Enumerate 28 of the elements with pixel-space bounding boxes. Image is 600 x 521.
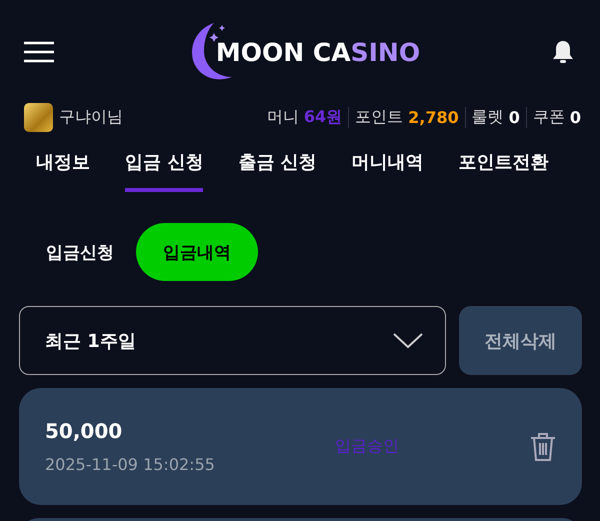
nav-tab[interactable]: 포인트전환 bbox=[458, 147, 549, 192]
stat-label: 포인트 bbox=[355, 106, 404, 128]
stat-value: 0 bbox=[570, 108, 581, 126]
stat-value: 2,780 bbox=[408, 108, 459, 126]
sub-tab[interactable]: 입금신청 bbox=[27, 223, 114, 281]
stat-value: 0 bbox=[508, 108, 520, 126]
nav-tab[interactable]: 입금 신청 bbox=[125, 147, 204, 192]
chevron-down-icon bbox=[393, 332, 423, 348]
avatar-icon bbox=[24, 102, 53, 132]
deposit-date: 2025-11-09 15:02:55 bbox=[45, 455, 216, 474]
nav-tab[interactable]: 내정보 bbox=[36, 147, 90, 192]
trash-icon[interactable] bbox=[530, 432, 556, 462]
user-name: 구냐이님 bbox=[59, 106, 123, 128]
logo-text: MOON CA bbox=[216, 38, 351, 66]
nav-tab[interactable]: 출금 신청 bbox=[238, 147, 317, 192]
stat-value: 64원 bbox=[304, 106, 342, 128]
deposit-amount: 50,000 bbox=[45, 419, 124, 443]
period-dropdown[interactable]: 최근 1주일 bbox=[19, 306, 446, 375]
deposit-status: 입금승인 bbox=[335, 436, 400, 457]
sub-tab[interactable]: 입금내역 bbox=[136, 223, 258, 281]
bell-icon[interactable] bbox=[552, 40, 574, 64]
logo-text-accent: SINO bbox=[350, 38, 420, 66]
nav-tab[interactable]: 머니내역 bbox=[352, 147, 424, 192]
menu-icon[interactable] bbox=[24, 41, 54, 63]
stat-label: 룰렛 bbox=[472, 106, 504, 128]
stat-label: 쿠폰 bbox=[532, 106, 565, 128]
stat-label: 머니 bbox=[266, 106, 299, 128]
delete-all-button[interactable]: 전체삭제 bbox=[459, 306, 582, 375]
